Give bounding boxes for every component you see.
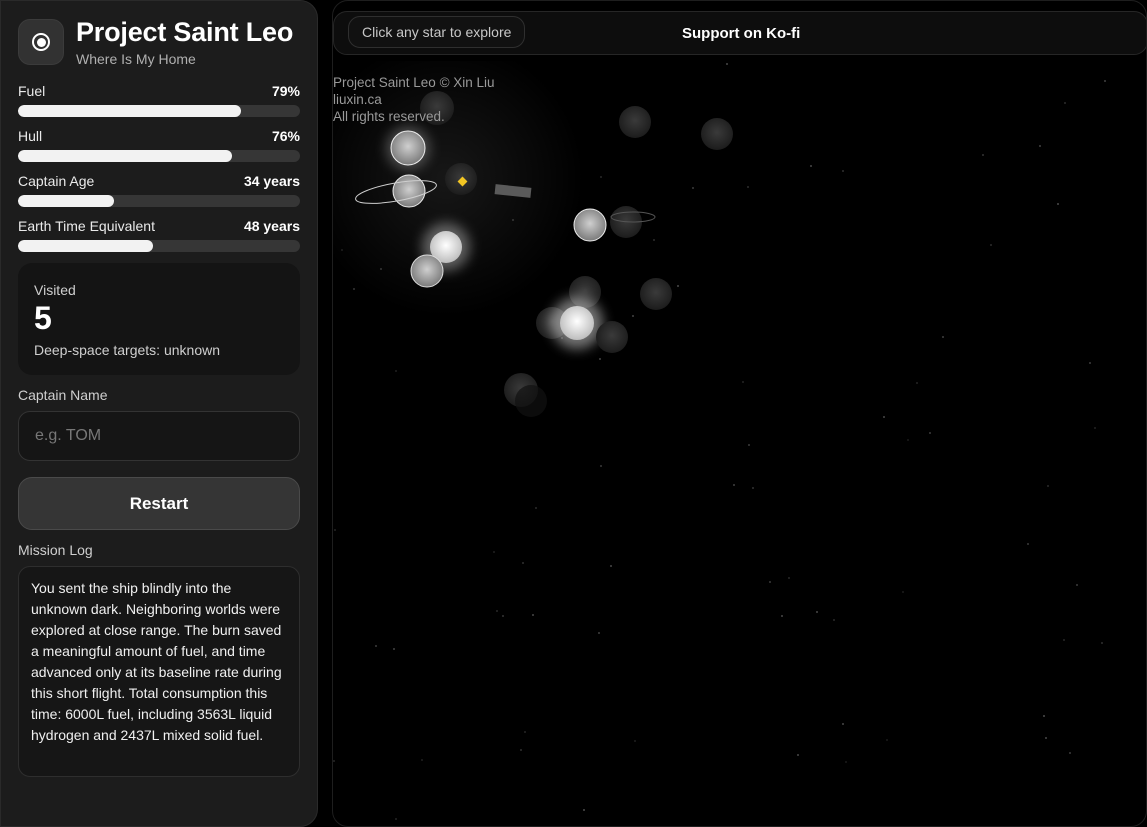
meter-fill <box>18 150 233 162</box>
captain-name-input[interactable] <box>18 411 300 461</box>
brand-header: Project Saint Leo Where Is My Home <box>18 17 300 67</box>
visited-card: Visited 5 Deep-space targets: unknown <box>18 263 300 375</box>
meter-label: Captain Age <box>18 173 95 189</box>
star-system-a[interactable] <box>354 91 733 417</box>
star[interactable] <box>410 254 444 288</box>
meter-track <box>18 195 300 207</box>
meter-fill <box>18 240 154 252</box>
meters: Fuel 79% Hull 76% Captain Age 34 years E… <box>18 83 300 252</box>
meter-captain-age: Captain Age 34 years <box>18 173 300 207</box>
satellite-icon <box>494 184 532 198</box>
meter-value: 48 years <box>243 218 300 234</box>
meter-fuel: Fuel 79% <box>18 83 300 117</box>
meter-hull: Hull 76% <box>18 128 300 162</box>
credit-line: All rights reserved. <box>333 109 445 124</box>
meter-earth-time: Earth Time Equivalent 48 years <box>18 218 300 252</box>
star[interactable] <box>596 321 628 353</box>
meter-track <box>18 240 300 252</box>
deep-space-note: Deep-space targets: unknown <box>34 342 220 358</box>
restart-button[interactable]: Restart <box>18 477 300 530</box>
meter-label: Hull <box>18 128 43 144</box>
meter-label: Earth Time Equivalent <box>18 218 155 234</box>
meter-value: 76% <box>271 128 300 144</box>
star[interactable] <box>701 118 733 150</box>
star[interactable] <box>560 306 594 340</box>
explore-hint: Click any star to explore <box>348 16 526 48</box>
mission-log-label: Mission Log <box>18 542 93 558</box>
app-title: Project Saint Leo <box>76 17 294 47</box>
star[interactable] <box>573 208 607 242</box>
meter-fill <box>18 105 241 117</box>
meter-track <box>18 150 300 162</box>
star[interactable] <box>619 106 651 138</box>
copyright-credit: Project Saint Leo © Xin Liu liuxin.ca Al… <box>333 74 495 125</box>
meter-value: 79% <box>271 83 300 99</box>
visited-count: 5 <box>34 300 52 336</box>
star-map[interactable]: Click any star to explore Support on Ko-… <box>332 0 1147 827</box>
meter-track <box>18 105 300 117</box>
visited-label: Visited <box>34 282 76 298</box>
star[interactable] <box>515 385 547 417</box>
meter-value: 34 years <box>243 173 300 189</box>
credit-line: Project Saint Leo © Xin Liu <box>333 75 495 90</box>
meter-label: Fuel <box>18 83 46 99</box>
kofi-support-link[interactable]: Support on Ko-fi <box>682 25 800 42</box>
app-subtitle: Where Is My Home <box>76 51 196 67</box>
meter-fill <box>18 195 114 207</box>
ringed-planet[interactable] <box>392 174 426 208</box>
credit-line: liuxin.ca <box>333 92 382 107</box>
captain-name-label: Captain Name <box>18 387 108 403</box>
star[interactable] <box>640 278 672 310</box>
star[interactable] <box>390 130 426 166</box>
target-ring-icon <box>18 19 64 65</box>
mission-log: You sent the ship blindly into the unkno… <box>18 566 300 777</box>
top-bar: Click any star to explore Support on Ko-… <box>333 11 1146 55</box>
sidebar: Project Saint Leo Where Is My Home Fuel … <box>0 0 318 827</box>
